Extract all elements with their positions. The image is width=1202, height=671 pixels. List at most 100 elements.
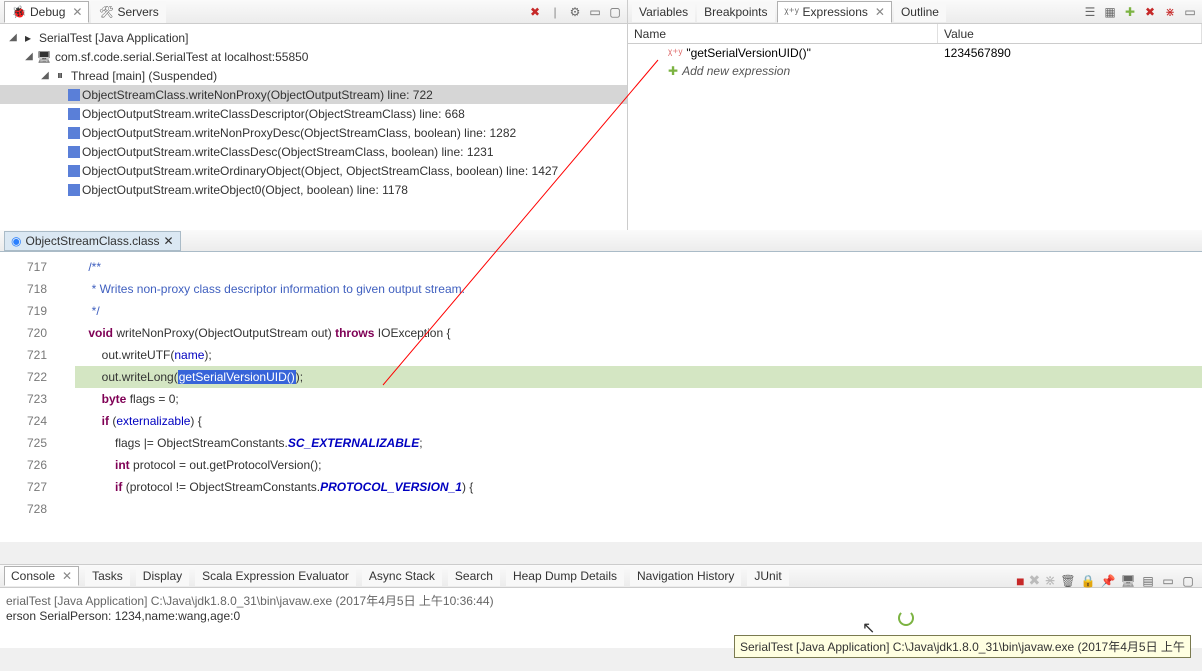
terminate-icon[interactable]: ■ xyxy=(1016,573,1024,589)
close-icon[interactable]: ✕ xyxy=(875,5,885,19)
tab-heap-dump[interactable]: Heap Dump Details xyxy=(506,566,624,586)
class-icon: ◉ xyxy=(11,234,21,248)
tab-scala-eval[interactable]: Scala Expression Evaluator xyxy=(195,566,356,586)
minimize-icon[interactable]: ▭ xyxy=(587,4,603,20)
line-num: 719 xyxy=(0,300,47,322)
tab-label: Debug xyxy=(30,5,65,19)
scroll-lock-icon[interactable]: 🔒 xyxy=(1080,573,1096,589)
minimize-icon[interactable]: ▭ xyxy=(1182,4,1198,20)
remove-all-icon[interactable]: ⋇ xyxy=(1162,4,1178,20)
code-area[interactable]: /** * Writes non-proxy class descriptor … xyxy=(55,252,1202,542)
vm-icon: 🖥 xyxy=(36,50,52,64)
remove-icon[interactable]: ✖ xyxy=(527,4,543,20)
clear-icon[interactable]: 🗑 xyxy=(1060,573,1076,589)
tab-expressions[interactable]: ᵡ⁺ʸExpressions✕ xyxy=(777,1,892,23)
debug-target[interactable]: SerialTest [Java Application] xyxy=(39,31,188,45)
line-num: 720 xyxy=(0,322,47,344)
line-num: 726 xyxy=(0,454,47,476)
line-gutter: 717 718 719 720 721 722 723 724 725 726 … xyxy=(0,252,55,542)
expressions-header: Name Value xyxy=(628,24,1202,44)
editor-tab-class[interactable]: ◉ ObjectStreamClass.class ✕ xyxy=(4,231,181,251)
sep-icon: | xyxy=(547,4,563,20)
close-icon[interactable]: ✕ xyxy=(72,5,82,19)
add-icon[interactable]: ✚ xyxy=(1122,4,1138,20)
line-num: 718 xyxy=(0,278,47,300)
cols-icon[interactable]: ▦ xyxy=(1102,4,1118,20)
open-console-icon[interactable]: ▤ xyxy=(1140,573,1156,589)
stack-frame[interactable]: ObjectOutputStream.writeOrdinaryObject(O… xyxy=(82,164,558,178)
col-value[interactable]: Value xyxy=(938,24,1202,43)
thread-node[interactable]: Thread [main] (Suspended) xyxy=(71,69,217,83)
stack-frame[interactable]: ObjectOutputStream.writeObject0(Object, … xyxy=(82,183,408,197)
console-output-line: erson SerialPerson: 1234,name:wang,age:0 xyxy=(6,609,1196,623)
right-view-tabbar: Variables Breakpoints ᵡ⁺ʸExpressions✕ Ou… xyxy=(628,0,1202,24)
line-num: 725 xyxy=(0,432,47,454)
pin-icon[interactable]: 📌 xyxy=(1100,573,1116,589)
remove-all-icon[interactable]: ⋇ xyxy=(1044,572,1056,589)
tab-label: Servers xyxy=(117,5,158,19)
expr-icon: ᵡ⁺ʸ xyxy=(668,46,682,60)
display-icon[interactable]: 🖥 xyxy=(1120,573,1136,589)
stackframe-icon xyxy=(68,127,80,139)
tab-outline[interactable]: Outline xyxy=(894,2,946,22)
tab-tasks[interactable]: Tasks xyxy=(85,566,130,586)
stackframe-icon xyxy=(68,184,80,196)
stackframe-icon xyxy=(68,108,80,120)
code-editor[interactable]: 717 718 719 720 721 722 723 724 725 726 … xyxy=(0,252,1202,542)
expr-name: "getSerialVersionUID()" xyxy=(686,46,811,60)
line-num: 717 xyxy=(0,256,47,278)
tab-async-stack[interactable]: Async Stack xyxy=(362,566,442,586)
remove-icon[interactable]: ✖ xyxy=(1142,4,1158,20)
thread-icon: ⏸ xyxy=(52,68,68,83)
console-launch-header: erialTest [Java Application] C:\Java\jdk… xyxy=(6,592,1196,609)
line-num: 722 xyxy=(0,366,47,388)
filter-icon[interactable]: ⚙ xyxy=(567,4,583,20)
stack-frame[interactable]: ObjectOutputStream.writeClassDescriptor(… xyxy=(82,107,465,121)
tab-debug[interactable]: 🐞 Debug ✕ xyxy=(4,1,89,23)
bug-icon: 🐞 xyxy=(11,4,27,20)
tab-servers[interactable]: 🛠 Servers xyxy=(91,1,165,23)
tab-console[interactable]: Console✕ xyxy=(4,566,79,586)
expressions-body[interactable]: ᵡ⁺ʸ "getSerialVersionUID()" 1234567890 ✚A… xyxy=(628,44,1202,230)
servers-icon: 🛠 xyxy=(98,4,114,20)
tab-variables[interactable]: Variables xyxy=(632,2,695,22)
stack-frame[interactable]: ObjectStreamClass.writeNonProxy(ObjectOu… xyxy=(82,88,433,102)
col-name[interactable]: Name xyxy=(628,24,938,43)
min-icon[interactable]: ▭ xyxy=(1160,573,1176,589)
tab-navigation-history[interactable]: Navigation History xyxy=(630,566,741,586)
console-toolbar: ■ ✖ ⋇ 🗑 🔒 📌 🖥 ▤ ▭ ▢ xyxy=(1016,572,1196,589)
tab-search[interactable]: Search xyxy=(448,566,500,586)
loading-icon xyxy=(898,610,914,626)
close-icon[interactable]: ✕ xyxy=(164,234,174,248)
line-num: 723 xyxy=(0,388,47,410)
line-num: 724 xyxy=(0,410,47,432)
stack-frame[interactable]: ObjectOutputStream.writeNonProxyDesc(Obj… xyxy=(82,126,516,140)
max-icon[interactable]: ▢ xyxy=(1180,573,1196,589)
line-num: 721 xyxy=(0,344,47,366)
editor-tabbar: ◉ ObjectStreamClass.class ✕ xyxy=(0,230,1202,252)
tooltip: SerialTest [Java Application] C:\Java\jd… xyxy=(734,635,1191,658)
debug-tree[interactable]: ◢▸SerialTest [Java Application] ◢🖥com.sf… xyxy=(0,24,627,230)
remove-launch-icon[interactable]: ✖ xyxy=(1029,572,1041,589)
tab-junit[interactable]: JUnit xyxy=(747,566,788,586)
stackframe-icon xyxy=(68,165,80,177)
tab-display[interactable]: Display xyxy=(136,566,189,586)
vm-node[interactable]: com.sf.code.serial.SerialTest at localho… xyxy=(55,50,308,64)
debug-view-tabbar: 🐞 Debug ✕ 🛠 Servers ✖ | ⚙ ▭ ▢ xyxy=(0,0,627,24)
line-num: 728 xyxy=(0,498,47,520)
expr-icon: ᵡ⁺ʸ xyxy=(784,4,800,20)
jvm-icon: ▸ xyxy=(20,31,36,45)
maximize-icon[interactable]: ▢ xyxy=(607,4,623,20)
line-num: 727 xyxy=(0,476,47,498)
add-expression-label: Add new expression xyxy=(682,64,790,78)
add-expression-row[interactable]: ✚Add new expression xyxy=(628,62,1202,80)
tab-label: ObjectStreamClass.class xyxy=(25,234,159,248)
stackframe-icon xyxy=(68,89,80,101)
stack-frame[interactable]: ObjectOutputStream.writeClassDesc(Object… xyxy=(82,145,494,159)
tab-breakpoints[interactable]: Breakpoints xyxy=(697,2,774,22)
stackframe-icon xyxy=(68,146,80,158)
expr-value: 1234567890 xyxy=(938,46,1202,60)
tree-icon[interactable]: ☰ xyxy=(1082,4,1098,20)
expression-row[interactable]: ᵡ⁺ʸ "getSerialVersionUID()" 1234567890 xyxy=(628,44,1202,62)
close-icon[interactable]: ✕ xyxy=(62,569,72,583)
